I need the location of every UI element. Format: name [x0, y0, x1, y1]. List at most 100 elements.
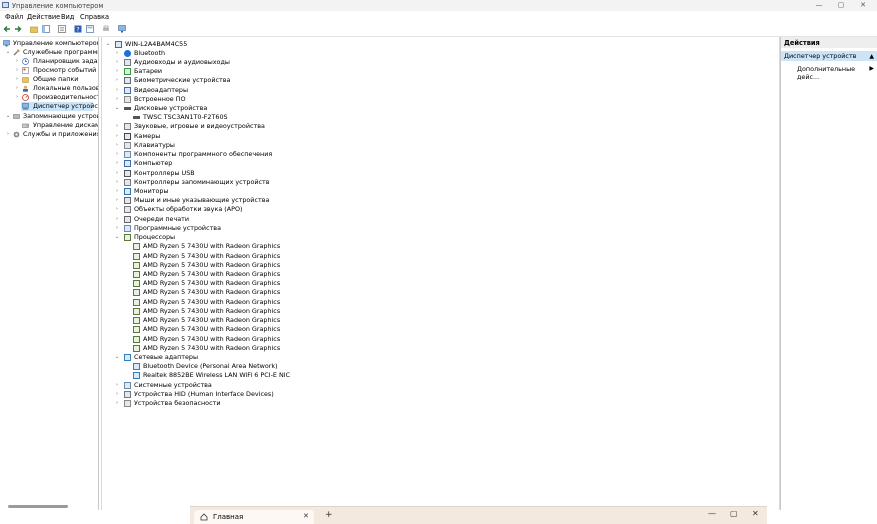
expand-icon[interactable]: ›: [114, 390, 120, 399]
scan-hardware-icon[interactable]: [118, 25, 126, 33]
expand-icon[interactable]: ›: [114, 399, 120, 408]
device-category[interactable]: › Устройства безопасности: [102, 399, 772, 408]
browser-tab-home[interactable]: Главная ✕: [194, 510, 314, 524]
back-arrow-icon[interactable]: [3, 25, 11, 33]
expand-icon[interactable]: ›: [114, 67, 120, 76]
device-category[interactable]: › Мониторы: [102, 187, 772, 196]
menu-help[interactable]: Справка: [80, 13, 109, 21]
minimize-button[interactable]: —: [808, 0, 830, 11]
device-category[interactable]: › Устройства HID (Human Interface Devices…: [102, 390, 772, 399]
collapse-icon[interactable]: ⌄: [5, 112, 11, 121]
tree-item-device-manager[interactable]: Диспетчер устройств: [21, 102, 98, 111]
expand-icon[interactable]: ›: [114, 141, 120, 150]
device-category[interactable]: › Биометрические устройства: [102, 76, 772, 85]
expand-icon[interactable]: ›: [14, 57, 20, 66]
forward-arrow-icon[interactable]: [14, 25, 22, 33]
device-item[interactable]: TWSC TSC3AN1T0-F2T60S: [102, 113, 772, 122]
expand-icon[interactable]: ›: [114, 169, 120, 178]
expand-icon[interactable]: ›: [114, 95, 120, 104]
device-category[interactable]: › Клавиатуры: [102, 141, 772, 150]
tree-item-storage[interactable]: ⌄ Запоминающие устройств: [0, 112, 98, 121]
device-category[interactable]: › Аудиовходы и аудиовыходы: [102, 58, 772, 67]
expand-icon[interactable]: ›: [114, 150, 120, 159]
collapse-icon[interactable]: ⌄: [105, 40, 111, 49]
device-category[interactable]: › Батареи: [102, 67, 772, 76]
expand-icon[interactable]: ›: [114, 86, 120, 95]
device-item[interactable]: AMD Ryzen 5 7430U with Radeon Graphics: [102, 335, 772, 344]
new-tab-button[interactable]: +: [325, 510, 333, 520]
expand-icon[interactable]: ›: [14, 66, 20, 75]
expand-icon[interactable]: ›: [114, 132, 120, 141]
device-item[interactable]: AMD Ryzen 5 7430U with Radeon Graphics: [102, 344, 772, 353]
expand-icon[interactable]: ›: [114, 215, 120, 224]
maximize-button[interactable]: ▢: [830, 0, 852, 11]
device-item[interactable]: Realtek 8852BE Wireless LAN WiFi 6 PCI-E…: [102, 371, 772, 380]
device-category[interactable]: › Программные устройства: [102, 224, 772, 233]
list-view-icon[interactable]: [58, 25, 66, 33]
help-icon[interactable]: ?: [74, 25, 82, 33]
device-category[interactable]: › Объекты обработки звука (APO): [102, 205, 772, 214]
device-category[interactable]: ⌄ Процессоры: [102, 233, 772, 242]
device-category[interactable]: › Контроллеры USB: [102, 169, 772, 178]
device-item[interactable]: Bluetooth Device (Personal Area Network): [102, 362, 772, 371]
device-root-computer[interactable]: ⌄ WIN-L2A4BAM4C55: [102, 40, 772, 49]
horizontal-scrollbar[interactable]: [8, 505, 68, 508]
tree-item-event-viewer[interactable]: › Просмотр событий: [0, 66, 98, 75]
device-category[interactable]: › Видеоадаптеры: [102, 86, 772, 95]
device-category[interactable]: › Компоненты программного обеспечения: [102, 150, 772, 159]
properties-icon[interactable]: [86, 25, 94, 33]
device-item[interactable]: AMD Ryzen 5 7430U with Radeon Graphics: [102, 316, 772, 325]
tree-item-root[interactable]: Управление компьютером (лс: [0, 39, 98, 48]
tree-item-utilities[interactable]: ⌄ Служебные программы: [0, 48, 98, 57]
device-category[interactable]: › Контроллеры запоминающих устройств: [102, 178, 772, 187]
expand-icon[interactable]: ›: [114, 196, 120, 205]
collapse-icon[interactable]: ⌄: [114, 233, 120, 242]
tree-item-shared-folders[interactable]: › Общие папки: [0, 75, 98, 84]
menu-action[interactable]: Действие: [27, 13, 60, 21]
menu-file[interactable]: Файл: [5, 13, 23, 21]
tree-item-local-users[interactable]: › Локальные пользовате: [0, 84, 98, 93]
device-item[interactable]: AMD Ryzen 5 7430U with Radeon Graphics: [102, 261, 772, 270]
printer-toolbar-icon[interactable]: [102, 25, 110, 33]
tree-item-task-scheduler[interactable]: › Планировщик задач: [0, 57, 98, 66]
device-category[interactable]: › Компьютер: [102, 159, 772, 168]
tree-item-performance[interactable]: › Производительность: [0, 93, 98, 102]
collapse-icon[interactable]: ⌄: [114, 353, 120, 362]
device-category[interactable]: ⌄ Дисковые устройства: [102, 104, 772, 113]
device-item[interactable]: AMD Ryzen 5 7430U with Radeon Graphics: [102, 325, 772, 334]
device-item[interactable]: AMD Ryzen 5 7430U with Radeon Graphics: [102, 252, 772, 261]
expand-icon[interactable]: ›: [114, 224, 120, 233]
browser-maximize-button[interactable]: ▢: [730, 509, 738, 518]
collapse-icon[interactable]: ⌄: [114, 104, 120, 113]
actions-device-manager[interactable]: Диспетчер устройств ▲: [781, 51, 877, 61]
device-category[interactable]: ⌄ Сетевые адаптеры: [102, 353, 772, 362]
tree-item-services[interactable]: › Службы и приложения: [0, 130, 98, 139]
expand-icon[interactable]: ›: [114, 381, 120, 390]
device-item[interactable]: AMD Ryzen 5 7430U with Radeon Graphics: [102, 270, 772, 279]
device-item[interactable]: AMD Ryzen 5 7430U with Radeon Graphics: [102, 288, 772, 297]
device-category[interactable]: › Звуковые, игровые и видеоустройства: [102, 122, 772, 131]
expand-icon[interactable]: ›: [14, 93, 20, 102]
device-category[interactable]: › Очереди печати: [102, 215, 772, 224]
device-category[interactable]: › Мыши и иные указывающие устройства: [102, 196, 772, 205]
device-category[interactable]: › Встроенное ПО: [102, 95, 772, 104]
device-item[interactable]: AMD Ryzen 5 7430U with Radeon Graphics: [102, 307, 772, 316]
expand-icon[interactable]: ›: [114, 159, 120, 168]
collapse-icon[interactable]: ⌄: [5, 48, 11, 57]
expand-icon[interactable]: ›: [114, 58, 120, 67]
device-item[interactable]: AMD Ryzen 5 7430U with Radeon Graphics: [102, 242, 772, 251]
expand-icon[interactable]: ›: [114, 122, 120, 131]
submenu-arrow-icon[interactable]: ▶: [869, 65, 874, 72]
expand-icon[interactable]: ›: [114, 187, 120, 196]
device-category[interactable]: › Системные устройства: [102, 381, 772, 390]
menu-view[interactable]: Вид: [61, 13, 74, 21]
device-item[interactable]: AMD Ryzen 5 7430U with Radeon Graphics: [102, 298, 772, 307]
expand-icon[interactable]: ›: [14, 75, 20, 84]
expand-icon[interactable]: ›: [14, 84, 20, 93]
collapse-up-icon[interactable]: ▲: [869, 51, 874, 62]
expand-icon[interactable]: ›: [114, 178, 120, 187]
close-button[interactable]: ✕: [852, 0, 874, 11]
show-tree-icon[interactable]: [42, 25, 50, 33]
browser-minimize-button[interactable]: —: [708, 509, 716, 518]
tree-item-disk-management[interactable]: Управление дисками: [0, 121, 98, 130]
